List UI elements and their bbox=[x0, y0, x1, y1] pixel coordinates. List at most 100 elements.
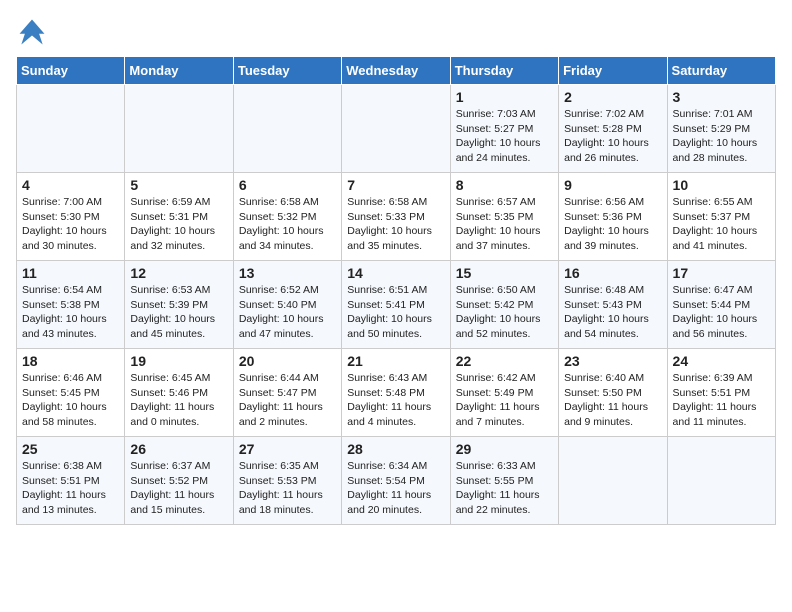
calendar-cell: 24 Sunrise: 6:39 AMSunset: 5:51 PMDayligh… bbox=[667, 349, 775, 437]
day-detail: Sunrise: 6:52 AMSunset: 5:40 PMDaylight:… bbox=[239, 283, 336, 342]
day-detail: Sunrise: 6:39 AMSunset: 5:51 PMDaylight:… bbox=[673, 371, 770, 430]
day-number: 21 bbox=[347, 353, 444, 369]
day-detail: Sunrise: 6:43 AMSunset: 5:48 PMDaylight:… bbox=[347, 371, 444, 430]
day-number: 16 bbox=[564, 265, 661, 281]
day-detail: Sunrise: 7:03 AMSunset: 5:27 PMDaylight:… bbox=[456, 107, 553, 166]
day-detail: Sunrise: 6:37 AMSunset: 5:52 PMDaylight:… bbox=[130, 459, 227, 518]
calendar-table: SundayMondayTuesdayWednesdayThursdayFrid… bbox=[16, 56, 776, 525]
calendar-week-row: 25 Sunrise: 6:38 AMSunset: 5:51 PMDayligh… bbox=[17, 437, 776, 525]
day-detail: Sunrise: 6:38 AMSunset: 5:51 PMDaylight:… bbox=[22, 459, 119, 518]
day-number: 24 bbox=[673, 353, 770, 369]
day-number: 23 bbox=[564, 353, 661, 369]
days-of-week-row: SundayMondayTuesdayWednesdayThursdayFrid… bbox=[17, 57, 776, 85]
calendar-cell: 5 Sunrise: 6:59 AMSunset: 5:31 PMDaylight… bbox=[125, 173, 233, 261]
day-number: 1 bbox=[456, 89, 553, 105]
day-detail: Sunrise: 6:33 AMSunset: 5:55 PMDaylight:… bbox=[456, 459, 553, 518]
calendar-cell: 25 Sunrise: 6:38 AMSunset: 5:51 PMDayligh… bbox=[17, 437, 125, 525]
day-number: 29 bbox=[456, 441, 553, 457]
day-of-week-header: Sunday bbox=[17, 57, 125, 85]
day-of-week-header: Thursday bbox=[450, 57, 558, 85]
calendar-week-row: 11 Sunrise: 6:54 AMSunset: 5:38 PMDayligh… bbox=[17, 261, 776, 349]
day-detail: Sunrise: 6:48 AMSunset: 5:43 PMDaylight:… bbox=[564, 283, 661, 342]
day-number: 12 bbox=[130, 265, 227, 281]
calendar-cell bbox=[559, 437, 667, 525]
day-number: 5 bbox=[130, 177, 227, 193]
day-of-week-header: Saturday bbox=[667, 57, 775, 85]
day-number: 19 bbox=[130, 353, 227, 369]
calendar-week-row: 18 Sunrise: 6:46 AMSunset: 5:45 PMDayligh… bbox=[17, 349, 776, 437]
calendar-cell: 2 Sunrise: 7:02 AMSunset: 5:28 PMDaylight… bbox=[559, 85, 667, 173]
calendar-cell bbox=[342, 85, 450, 173]
day-detail: Sunrise: 6:56 AMSunset: 5:36 PMDaylight:… bbox=[564, 195, 661, 254]
calendar-cell: 17Sunrise: 6:47 AMSunset: 5:44 PMDayligh… bbox=[667, 261, 775, 349]
calendar-cell: 9 Sunrise: 6:56 AMSunset: 5:36 PMDaylight… bbox=[559, 173, 667, 261]
logo-icon bbox=[16, 16, 48, 48]
calendar-cell: 29 Sunrise: 6:33 AMSunset: 5:55 PMDayligh… bbox=[450, 437, 558, 525]
day-number: 6 bbox=[239, 177, 336, 193]
calendar-cell: 11 Sunrise: 6:54 AMSunset: 5:38 PMDayligh… bbox=[17, 261, 125, 349]
calendar-cell bbox=[125, 85, 233, 173]
day-detail: Sunrise: 6:35 AMSunset: 5:53 PMDaylight:… bbox=[239, 459, 336, 518]
calendar-cell: 21 Sunrise: 6:43 AMSunset: 5:48 PMDayligh… bbox=[342, 349, 450, 437]
calendar-cell bbox=[667, 437, 775, 525]
day-number: 27 bbox=[239, 441, 336, 457]
day-detail: Sunrise: 6:46 AMSunset: 5:45 PMDaylight:… bbox=[22, 371, 119, 430]
day-of-week-header: Friday bbox=[559, 57, 667, 85]
calendar-cell bbox=[17, 85, 125, 173]
day-detail: Sunrise: 6:54 AMSunset: 5:38 PMDaylight:… bbox=[22, 283, 119, 342]
day-detail: Sunrise: 6:45 AMSunset: 5:46 PMDaylight:… bbox=[130, 371, 227, 430]
day-number: 9 bbox=[564, 177, 661, 193]
day-number: 3 bbox=[673, 89, 770, 105]
day-number: 10 bbox=[673, 177, 770, 193]
day-number: 17 bbox=[673, 265, 770, 281]
calendar-week-row: 4 Sunrise: 7:00 AMSunset: 5:30 PMDaylight… bbox=[17, 173, 776, 261]
day-number: 4 bbox=[22, 177, 119, 193]
day-detail: Sunrise: 6:42 AMSunset: 5:49 PMDaylight:… bbox=[456, 371, 553, 430]
day-number: 11 bbox=[22, 265, 119, 281]
calendar-cell: 15Sunrise: 6:50 AMSunset: 5:42 PMDayligh… bbox=[450, 261, 558, 349]
day-number: 25 bbox=[22, 441, 119, 457]
calendar-cell: 28 Sunrise: 6:34 AMSunset: 5:54 PMDayligh… bbox=[342, 437, 450, 525]
day-of-week-header: Wednesday bbox=[342, 57, 450, 85]
calendar-cell: 1 Sunrise: 7:03 AMSunset: 5:27 PMDaylight… bbox=[450, 85, 558, 173]
day-detail: Sunrise: 6:58 AMSunset: 5:32 PMDaylight:… bbox=[239, 195, 336, 254]
day-detail: Sunrise: 6:34 AMSunset: 5:54 PMDaylight:… bbox=[347, 459, 444, 518]
day-number: 26 bbox=[130, 441, 227, 457]
calendar-cell: 23 Sunrise: 6:40 AMSunset: 5:50 PMDayligh… bbox=[559, 349, 667, 437]
calendar-cell: 7Sunrise: 6:58 AMSunset: 5:33 PMDaylight… bbox=[342, 173, 450, 261]
day-number: 13 bbox=[239, 265, 336, 281]
calendar-cell: 20 Sunrise: 6:44 AMSunset: 5:47 PMDayligh… bbox=[233, 349, 341, 437]
day-number: 14 bbox=[347, 265, 444, 281]
calendar-cell: 27 Sunrise: 6:35 AMSunset: 5:53 PMDayligh… bbox=[233, 437, 341, 525]
calendar-cell: 14Sunrise: 6:51 AMSunset: 5:41 PMDayligh… bbox=[342, 261, 450, 349]
day-detail: Sunrise: 6:58 AMSunset: 5:33 PMDaylight:… bbox=[347, 195, 444, 254]
day-detail: Sunrise: 6:57 AMSunset: 5:35 PMDaylight:… bbox=[456, 195, 553, 254]
day-detail: Sunrise: 6:59 AMSunset: 5:31 PMDaylight:… bbox=[130, 195, 227, 254]
day-detail: Sunrise: 6:53 AMSunset: 5:39 PMDaylight:… bbox=[130, 283, 227, 342]
day-detail: Sunrise: 7:00 AMSunset: 5:30 PMDaylight:… bbox=[22, 195, 119, 254]
day-number: 28 bbox=[347, 441, 444, 457]
day-number: 22 bbox=[456, 353, 553, 369]
calendar-cell: 16 Sunrise: 6:48 AMSunset: 5:43 PMDayligh… bbox=[559, 261, 667, 349]
day-detail: Sunrise: 6:40 AMSunset: 5:50 PMDaylight:… bbox=[564, 371, 661, 430]
day-number: 8 bbox=[456, 177, 553, 193]
day-detail: Sunrise: 6:55 AMSunset: 5:37 PMDaylight:… bbox=[673, 195, 770, 254]
calendar-cell: 8 Sunrise: 6:57 AMSunset: 5:35 PMDaylight… bbox=[450, 173, 558, 261]
calendar-week-row: 1 Sunrise: 7:03 AMSunset: 5:27 PMDaylight… bbox=[17, 85, 776, 173]
calendar-cell: 26 Sunrise: 6:37 AMSunset: 5:52 PMDayligh… bbox=[125, 437, 233, 525]
day-detail: Sunrise: 6:44 AMSunset: 5:47 PMDaylight:… bbox=[239, 371, 336, 430]
day-of-week-header: Tuesday bbox=[233, 57, 341, 85]
day-detail: Sunrise: 7:01 AMSunset: 5:29 PMDaylight:… bbox=[673, 107, 770, 166]
calendar-cell: 10 Sunrise: 6:55 AMSunset: 5:37 PMDayligh… bbox=[667, 173, 775, 261]
day-detail: Sunrise: 7:02 AMSunset: 5:28 PMDaylight:… bbox=[564, 107, 661, 166]
calendar-cell: 19 Sunrise: 6:45 AMSunset: 5:46 PMDayligh… bbox=[125, 349, 233, 437]
calendar-cell: 4 Sunrise: 7:00 AMSunset: 5:30 PMDaylight… bbox=[17, 173, 125, 261]
calendar-cell: 18 Sunrise: 6:46 AMSunset: 5:45 PMDayligh… bbox=[17, 349, 125, 437]
calendar-cell: 12 Sunrise: 6:53 AMSunset: 5:39 PMDayligh… bbox=[125, 261, 233, 349]
calendar-cell bbox=[233, 85, 341, 173]
day-number: 2 bbox=[564, 89, 661, 105]
day-number: 18 bbox=[22, 353, 119, 369]
calendar-header: SundayMondayTuesdayWednesdayThursdayFrid… bbox=[17, 57, 776, 85]
day-detail: Sunrise: 6:50 AMSunset: 5:42 PMDaylight:… bbox=[456, 283, 553, 342]
day-number: 20 bbox=[239, 353, 336, 369]
